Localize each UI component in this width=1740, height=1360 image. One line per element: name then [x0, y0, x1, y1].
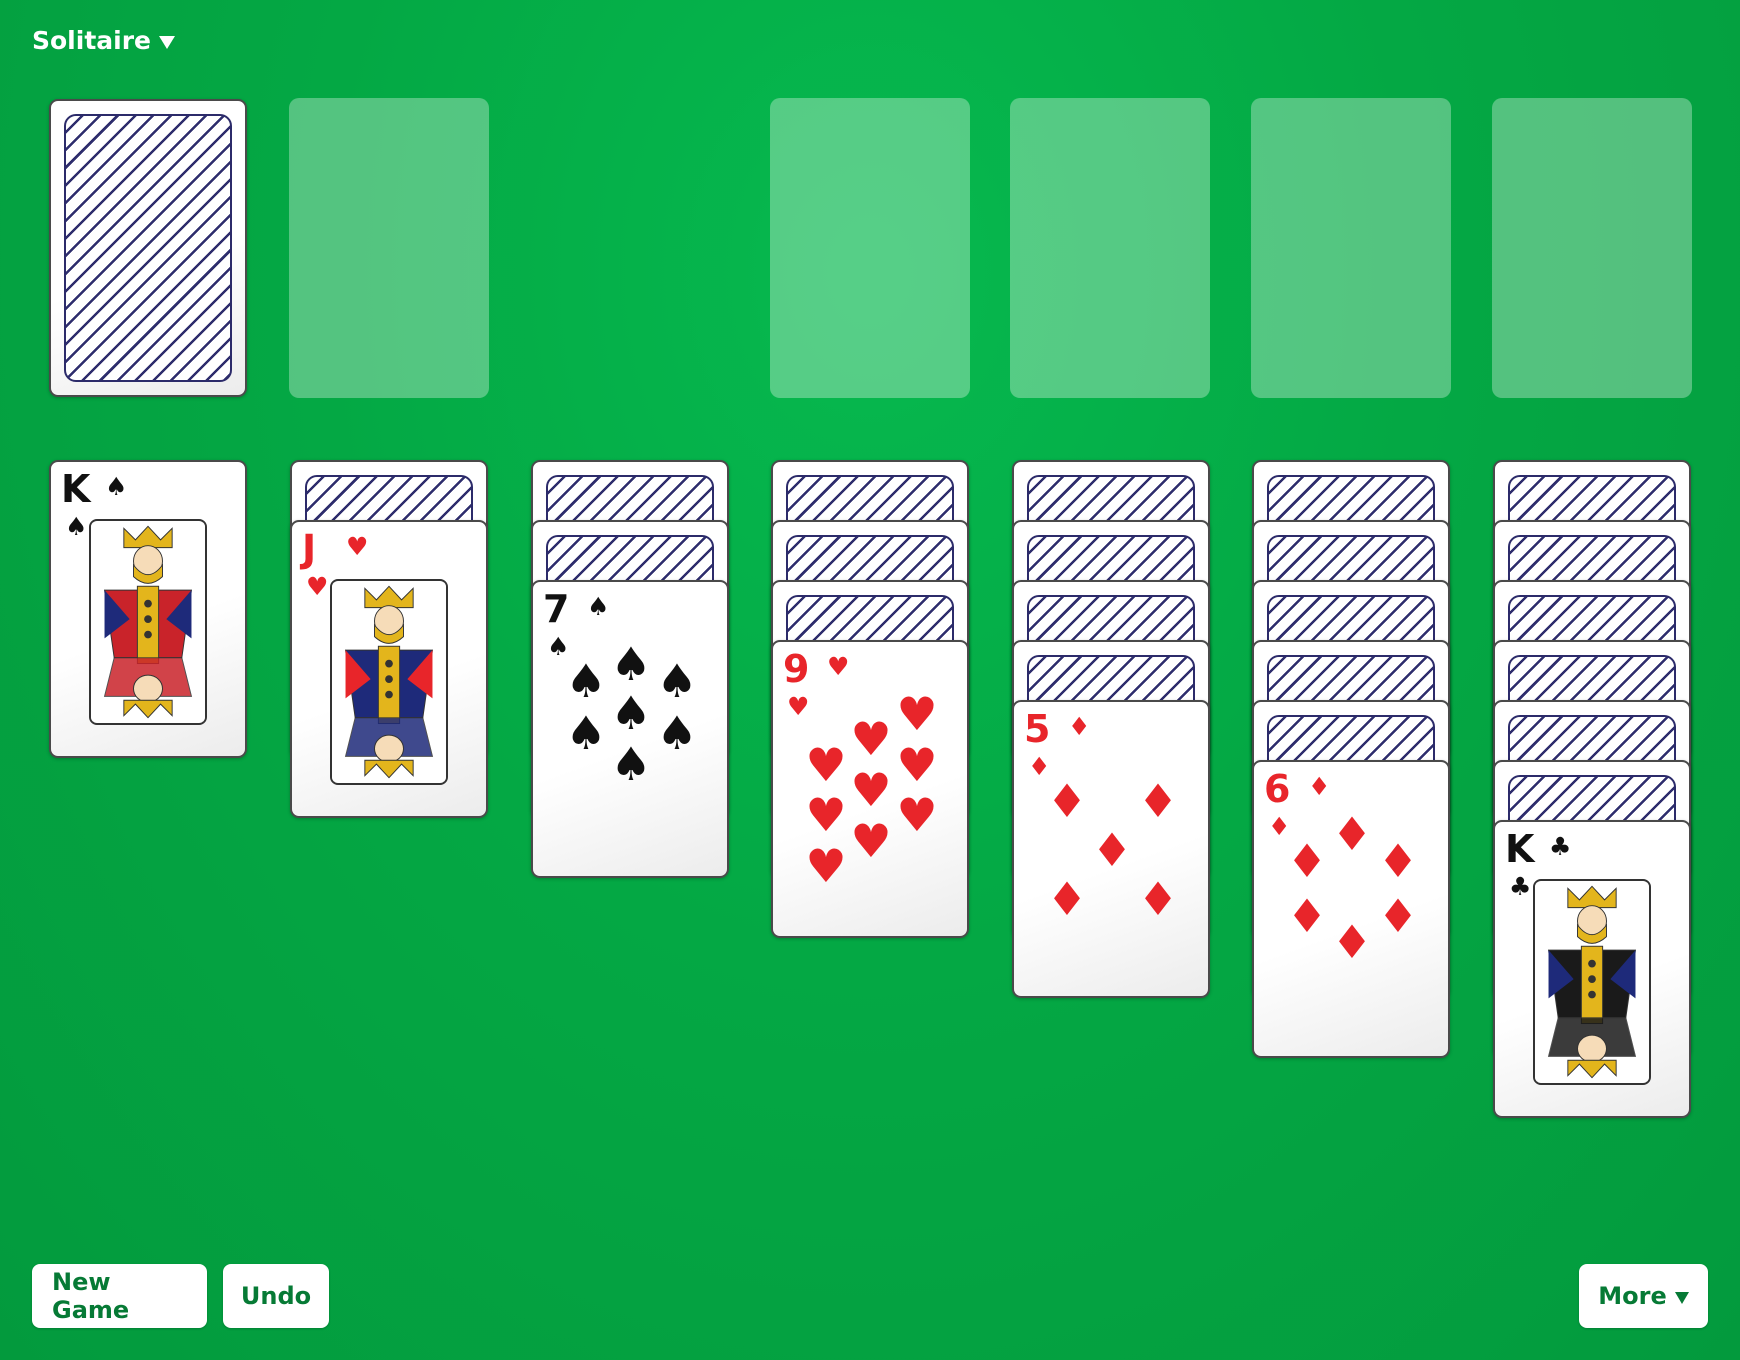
foundation-slot-3[interactable]	[1251, 98, 1451, 398]
diamond-pip-icon: ♦	[1331, 915, 1373, 969]
spade-icon: ♠	[105, 472, 128, 501]
foundation-slot-1[interactable]	[770, 98, 970, 398]
tableau-card-j-heart[interactable]: J ♥ ♥	[290, 520, 488, 818]
spade-pip-icon: ♠	[565, 654, 607, 708]
diamond-pip-icon: ♦	[1137, 774, 1179, 828]
heart-pip-icon: ♥	[850, 763, 892, 817]
new-game-label: New Game	[52, 1268, 130, 1324]
diamond-icon: ♦	[1308, 772, 1331, 801]
undo-button[interactable]: Undo	[223, 1264, 329, 1328]
heart-icon: ♥	[827, 652, 850, 681]
tableau-card-k-club[interactable]: K ♣ ♣	[1493, 820, 1691, 1118]
heart-icon: ♥	[787, 692, 810, 721]
club-icon: ♣	[1549, 832, 1572, 861]
heart-pip-icon: ♥	[850, 712, 892, 766]
caret-down-icon	[1674, 1292, 1689, 1304]
diamond-pip-icon: ♦	[1046, 774, 1088, 828]
foundation-slot-2[interactable]	[1010, 98, 1210, 398]
tableau-card-7-spade[interactable]: 7 ♠ ♠ ♠ ♠ ♠ ♠ ♠ ♠ ♠	[531, 580, 729, 878]
tableau-card-6-diamond[interactable]: 6 ♦ ♦ ♦ ♦ ♦ ♦ ♦ ♦	[1252, 760, 1450, 1058]
more-label: More	[1598, 1282, 1667, 1310]
heart-icon: ♥	[346, 532, 369, 561]
card-rank: 7	[543, 587, 570, 631]
tableau-card-k-spade[interactable]: K ♠ ♠	[49, 460, 247, 758]
jack-hearts-portrait	[330, 579, 448, 785]
spade-pip-icon: ♠	[656, 654, 698, 708]
diamond-pip-icon: ♦	[1331, 807, 1373, 861]
card-rank: J	[302, 527, 317, 571]
foundation-slot-4[interactable]	[1492, 98, 1692, 398]
diamond-icon: ♦	[1068, 712, 1091, 741]
king-spades-portrait	[89, 519, 207, 725]
card-back-pattern	[64, 114, 232, 382]
undo-label: Undo	[240, 1282, 312, 1310]
king-clubs-portrait	[1533, 879, 1651, 1085]
card-rank: 9	[783, 647, 810, 691]
diamond-pip-icon: ♦	[1286, 889, 1328, 943]
spade-pip-icon: ♠	[610, 737, 652, 791]
heart-pip-icon: ♥	[896, 738, 938, 792]
game-title: Solitaire	[32, 26, 151, 55]
spade-icon: ♠	[65, 512, 88, 541]
heart-pip-icon: ♥	[805, 839, 847, 893]
new-game-button[interactable]: New Game	[32, 1264, 207, 1328]
heart-pip-icon: ♥	[850, 814, 892, 868]
tableau-card-9-heart[interactable]: 9 ♥ ♥ ♥ ♥ ♥ ♥ ♥ ♥ ♥ ♥ ♥	[771, 640, 969, 938]
diamond-pip-icon: ♦	[1377, 834, 1419, 888]
card-rank: K	[61, 467, 91, 511]
diamond-pip-icon: ♦	[1377, 889, 1419, 943]
card-rank: K	[1505, 827, 1535, 871]
heart-pip-icon: ♥	[896, 788, 938, 842]
more-button[interactable]: More	[1579, 1264, 1708, 1328]
diamond-pip-icon: ♦	[1137, 872, 1179, 926]
heart-pip-icon: ♥	[805, 788, 847, 842]
spade-icon: ♠	[587, 592, 610, 621]
tableau-card-5-diamond[interactable]: 5 ♦ ♦ ♦ ♦ ♦ ♦ ♦	[1012, 700, 1210, 998]
diamond-pip-icon: ♦	[1286, 834, 1328, 888]
club-icon: ♣	[1509, 872, 1532, 901]
card-rank: 6	[1264, 767, 1291, 811]
caret-down-icon	[159, 36, 175, 49]
spade-pip-icon: ♠	[610, 686, 652, 740]
game-menu[interactable]: Solitaire	[32, 26, 175, 55]
waste-slot[interactable]	[289, 98, 489, 398]
heart-icon: ♥	[306, 572, 329, 601]
spade-pip-icon: ♠	[656, 706, 698, 760]
heart-pip-icon: ♥	[805, 738, 847, 792]
heart-pip-icon: ♥	[896, 687, 938, 741]
diamond-pip-icon: ♦	[1091, 823, 1133, 877]
diamond-pip-icon: ♦	[1046, 872, 1088, 926]
stock-pile[interactable]	[49, 99, 247, 397]
spade-pip-icon: ♠	[565, 706, 607, 760]
card-rank: 5	[1024, 707, 1051, 751]
spade-pip-icon: ♠	[610, 637, 652, 691]
